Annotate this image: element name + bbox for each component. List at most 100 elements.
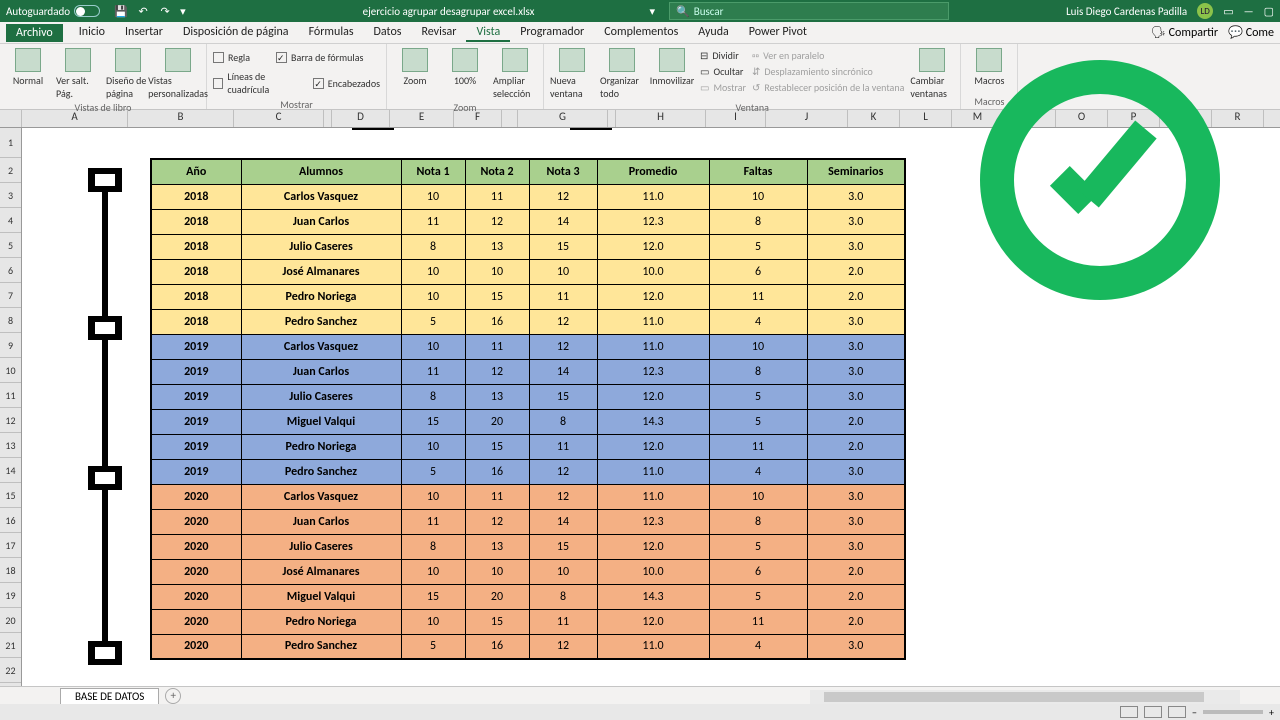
- header-nota-1[interactable]: Nota 1: [401, 159, 465, 184]
- h-scrollbar[interactable]: [810, 690, 1240, 704]
- col-I[interactable]: I: [706, 110, 766, 127]
- cell[interactable]: 2018: [151, 309, 241, 334]
- cell[interactable]: 16: [465, 634, 529, 659]
- cell[interactable]: Pedro Noriega: [241, 609, 401, 634]
- cell[interactable]: 11.0: [597, 184, 709, 209]
- cell[interactable]: José Almanares: [241, 259, 401, 284]
- zoom-button[interactable]: Zoom: [393, 46, 437, 100]
- menu-tab-datos[interactable]: Datos: [364, 23, 412, 42]
- row-15[interactable]: 15: [0, 483, 21, 508]
- cell[interactable]: 10: [401, 334, 465, 359]
- cell[interactable]: 11.0: [597, 309, 709, 334]
- normal-view-icon[interactable]: [1120, 706, 1138, 718]
- cell[interactable]: 3.0: [807, 509, 905, 534]
- user-avatar[interactable]: LD: [1197, 3, 1213, 19]
- cell[interactable]: 10: [401, 484, 465, 509]
- cell[interactable]: 2019: [151, 409, 241, 434]
- qat-dropdown-icon[interactable]: ▾: [180, 5, 186, 18]
- cell[interactable]: 15: [529, 384, 597, 409]
- cell[interactable]: 5: [709, 384, 807, 409]
- normal-view-button[interactable]: Normal: [6, 46, 50, 100]
- menu-tab-programador[interactable]: Programador: [510, 23, 594, 42]
- group-collapse-icon[interactable]: [88, 641, 122, 665]
- cell[interactable]: 2019: [151, 459, 241, 484]
- cell[interactable]: 5: [401, 634, 465, 659]
- cell[interactable]: 20: [465, 584, 529, 609]
- header-nota-3[interactable]: Nota 3: [529, 159, 597, 184]
- menu-file[interactable]: Archivo: [6, 24, 63, 42]
- menu-tab-inicio[interactable]: Inicio: [69, 23, 115, 42]
- group-collapse-icon[interactable]: [352, 128, 394, 130]
- cell[interactable]: 10: [529, 259, 597, 284]
- freeze-button[interactable]: Inmovilizar: [650, 46, 694, 100]
- cell[interactable]: 10: [401, 184, 465, 209]
- row-16[interactable]: 16: [0, 508, 21, 533]
- cell[interactable]: 8: [529, 584, 597, 609]
- header-año[interactable]: Año: [151, 159, 241, 184]
- data-table[interactable]: AñoAlumnosNota 1Nota 2Nota 3PromedioFalt…: [150, 158, 906, 660]
- cell[interactable]: 12: [465, 509, 529, 534]
- cell[interactable]: 14.3: [597, 409, 709, 434]
- row-21[interactable]: 21: [0, 633, 21, 658]
- cell[interactable]: 2018: [151, 209, 241, 234]
- save-icon[interactable]: 💾: [114, 4, 128, 18]
- row-2[interactable]: 2: [0, 158, 21, 183]
- cell[interactable]: 12.0: [597, 534, 709, 559]
- cell[interactable]: 12.0: [597, 609, 709, 634]
- col-L[interactable]: L: [900, 110, 952, 127]
- cell[interactable]: 12: [529, 459, 597, 484]
- cell[interactable]: 15: [401, 584, 465, 609]
- cell[interactable]: 3.0: [807, 634, 905, 659]
- row-18[interactable]: 18: [0, 558, 21, 583]
- col-J[interactable]: J: [766, 110, 848, 127]
- share-button[interactable]: 🗣 Compartir: [1151, 25, 1218, 40]
- page-break-button[interactable]: Ver salt. Pág.: [56, 46, 100, 100]
- menu-tab-disposición-de-página[interactable]: Disposición de página: [173, 23, 299, 42]
- row-3[interactable]: 3: [0, 183, 21, 208]
- cell[interactable]: 3.0: [807, 534, 905, 559]
- cell[interactable]: 10.0: [597, 559, 709, 584]
- col-spacer[interactable]: [608, 110, 616, 127]
- cell[interactable]: 12: [529, 309, 597, 334]
- row-10[interactable]: 10: [0, 358, 21, 383]
- cell[interactable]: 2.0: [807, 284, 905, 309]
- row-13[interactable]: 13: [0, 433, 21, 458]
- row-11[interactable]: 11: [0, 383, 21, 408]
- cell[interactable]: 2.0: [807, 434, 905, 459]
- cell[interactable]: 10: [709, 334, 807, 359]
- maximize-icon[interactable]: ▢: [1264, 5, 1274, 18]
- row-9[interactable]: 9: [0, 333, 21, 358]
- cell[interactable]: 10: [709, 484, 807, 509]
- page-layout-button[interactable]: Diseño de página: [106, 46, 150, 100]
- cell[interactable]: 12: [529, 334, 597, 359]
- cell[interactable]: Pedro Noriega: [241, 284, 401, 309]
- add-sheet-button[interactable]: +: [165, 688, 181, 704]
- cell[interactable]: 10: [465, 559, 529, 584]
- show-button[interactable]: ▭Mostrar: [700, 80, 746, 95]
- cell[interactable]: 2020: [151, 534, 241, 559]
- minimize-icon[interactable]: —: [1244, 5, 1254, 18]
- cell[interactable]: 2020: [151, 584, 241, 609]
- cell[interactable]: 13: [465, 534, 529, 559]
- row-20[interactable]: 20: [0, 608, 21, 633]
- cell[interactable]: 12.0: [597, 284, 709, 309]
- page-break-icon[interactable]: [1168, 706, 1186, 718]
- header-alumnos[interactable]: Alumnos: [241, 159, 401, 184]
- cell[interactable]: 2.0: [807, 584, 905, 609]
- cell[interactable]: Carlos Vasquez: [241, 484, 401, 509]
- cell[interactable]: 10: [401, 284, 465, 309]
- cell[interactable]: 10: [529, 559, 597, 584]
- cell[interactable]: 3.0: [807, 459, 905, 484]
- cell[interactable]: 11: [709, 434, 807, 459]
- cell[interactable]: 6: [709, 559, 807, 584]
- undo-icon[interactable]: ↶: [136, 4, 150, 18]
- filename-dropdown-icon[interactable]: ▾: [649, 5, 655, 18]
- cell[interactable]: 12.0: [597, 434, 709, 459]
- cell[interactable]: Julio Caseres: [241, 534, 401, 559]
- row-6[interactable]: 6: [0, 258, 21, 283]
- menu-tab-power-pivot[interactable]: Power Pivot: [739, 23, 817, 42]
- menu-tab-vista[interactable]: Vista: [466, 23, 510, 42]
- cell[interactable]: 10: [401, 259, 465, 284]
- cell[interactable]: 8: [709, 209, 807, 234]
- select-all-triangle[interactable]: [0, 110, 22, 127]
